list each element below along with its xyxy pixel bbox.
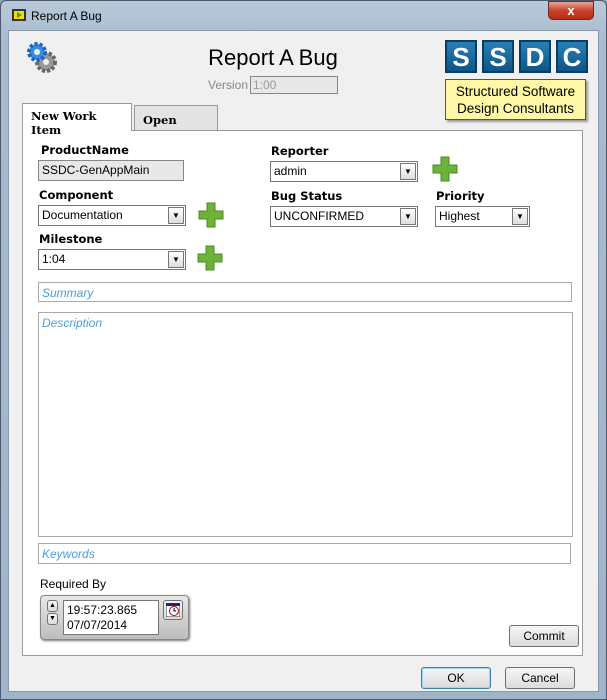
cancel-button[interactable]: Cancel — [505, 667, 575, 689]
logo-line: Structured Software — [455, 84, 576, 99]
priority-value: Highest — [439, 209, 480, 223]
milestone-label: Milestone — [39, 232, 103, 246]
required-by-datetime: ▲ ▼ 19:57:23.865 07/07/2014 — [40, 595, 189, 640]
chevron-down-icon: ▼ — [168, 207, 184, 224]
product-field: SSDC-GenAppMain — [38, 160, 184, 181]
date-value: 07/07/2014 — [67, 618, 128, 632]
datetime-field[interactable]: 19:57:23.865 07/07/2014 — [63, 600, 159, 635]
ssdc-logo: S S D C Structured Software Design Consul… — [445, 40, 591, 122]
ok-button[interactable]: OK — [421, 667, 491, 689]
tab-new-work-item[interactable]: New Work Item — [22, 103, 132, 137]
gears-icon — [27, 42, 57, 73]
increment-button[interactable]: ▲ — [47, 600, 58, 612]
component-label: Component — [39, 188, 114, 202]
logo-caption: Structured Software Design Consultants — [445, 79, 586, 120]
component-value: Documentation — [42, 208, 123, 222]
logo-letter: S — [445, 40, 477, 73]
chevron-down-icon: ▼ — [168, 251, 184, 268]
chevron-down-icon: ▼ — [400, 163, 416, 180]
add-component-icon[interactable] — [198, 202, 224, 228]
add-milestone-icon[interactable] — [197, 245, 223, 271]
reporter-label: Reporter — [271, 144, 329, 158]
priority-label: Priority — [436, 189, 485, 203]
time-value: 19:57:23.865 — [67, 603, 138, 617]
version-label: Version — [208, 78, 249, 92]
chevron-down-icon: ▼ — [400, 208, 416, 225]
priority-dropdown[interactable]: Highest ▼ — [435, 206, 530, 227]
version-field: 1:00 — [250, 76, 338, 94]
status-dropdown[interactable]: UNCONFIRMED ▼ — [270, 206, 418, 227]
required-by-label: Required By — [40, 577, 107, 591]
calendar-clock-icon — [165, 602, 181, 618]
product-label: ProductName — [41, 143, 129, 157]
logo-letter: D — [519, 40, 551, 73]
close-button[interactable]: x — [548, 1, 594, 20]
window-title: Report A Bug — [31, 9, 102, 23]
status-value: UNCONFIRMED — [274, 209, 364, 223]
logo-letter: C — [556, 40, 588, 73]
logo-letter: S — [482, 40, 514, 73]
chevron-down-icon: ▼ — [512, 208, 528, 225]
decrement-button[interactable]: ▼ — [47, 613, 58, 625]
reporter-value: admin — [274, 164, 307, 178]
description-input[interactable]: Description — [38, 312, 573, 537]
app-icon — [12, 9, 26, 21]
component-dropdown[interactable]: Documentation ▼ — [38, 205, 186, 226]
milestone-value: 1:04 — [42, 252, 66, 266]
keywords-input[interactable]: Keywords — [38, 543, 571, 564]
reporter-dropdown[interactable]: admin ▼ — [270, 161, 418, 182]
status-label: Bug Status — [271, 189, 343, 203]
page-title: Report A Bug — [208, 45, 338, 70]
calendar-button[interactable] — [163, 600, 183, 620]
add-reporter-icon[interactable] — [432, 156, 458, 182]
milestone-dropdown[interactable]: 1:04 ▼ — [38, 249, 186, 270]
summary-input[interactable]: Summary — [38, 282, 572, 302]
commit-button[interactable]: Commit — [509, 625, 579, 647]
tab-open-items[interactable]: Open Items — [134, 105, 218, 141]
logo-line: Design Consultants — [456, 101, 575, 116]
